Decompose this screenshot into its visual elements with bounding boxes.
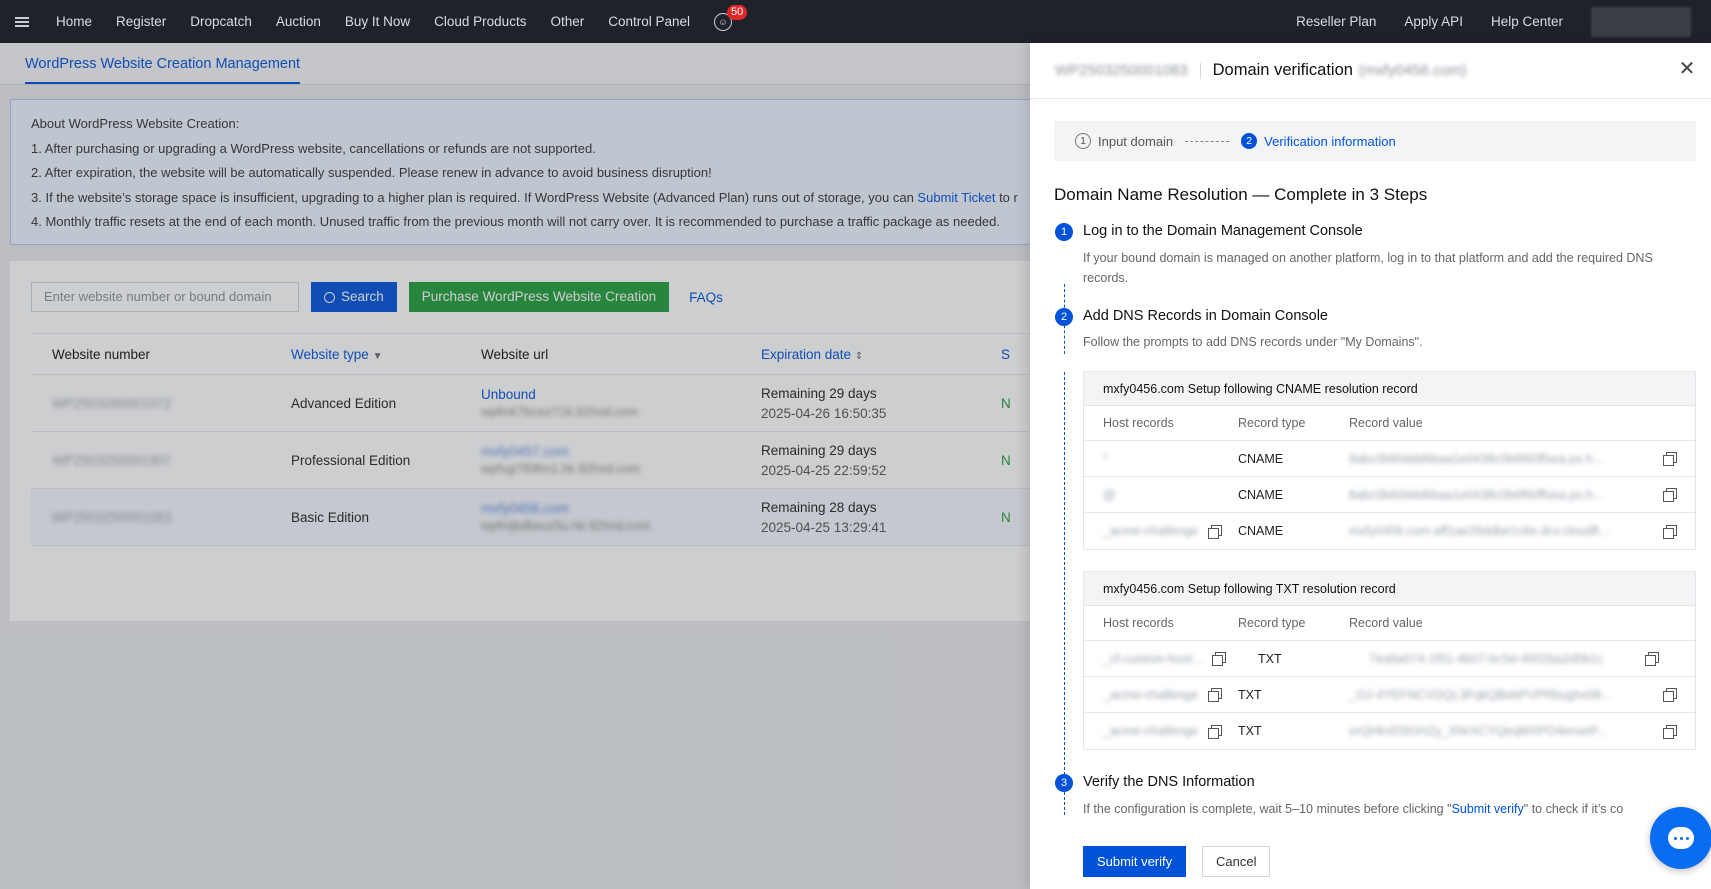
search-input[interactable]: Enter website number or bound domain [31,282,299,312]
step-1-circle: 1 [1055,223,1073,241]
submit-ticket-link[interactable]: Submit Ticket [917,190,995,205]
step-1-indicator: 1 [1075,133,1091,149]
table-row[interactable]: WP2503250001907 Professional Edition mxf… [31,432,1110,489]
faqs-link[interactable]: FAQs [689,290,723,305]
table-header: Website number Website type ▼ Website ur… [31,334,1110,375]
user-avatar[interactable] [1591,6,1691,37]
step-2-desc: Follow the prompts to add DNS records un… [1083,335,1423,349]
website-type-filter[interactable]: Website type ▼ [291,347,481,362]
message-icon[interactable]: ☺ 50 [714,4,748,31]
nav-dropcatch[interactable]: Dropcatch [178,0,264,43]
copy-icon[interactable] [1208,524,1223,539]
submit-verify-button[interactable]: Submit verify [1083,846,1187,877]
caret-down-icon: ▼ [372,350,383,362]
nav-register[interactable]: Register [104,0,178,43]
step-2-label: Verification information [1264,133,1396,149]
drawer-title: Domain verification [1212,61,1353,79]
close-icon[interactable]: ✕ [1677,59,1697,79]
step-3-desc: If the configuration is complete, wait 5… [1083,802,1624,816]
dns-row: _cf-custom-host... TXT 7ea6a074-1f51-4b0… [1084,641,1695,677]
nav-apply-api[interactable]: Apply API [1390,0,1477,43]
txt-card-title: mxfy0456.com Setup following TXT resolut… [1084,572,1695,606]
drawer-domain: (mxfy0456.com) [1358,62,1467,79]
submit-verify-link[interactable]: Submit verify [1452,802,1524,816]
info-notice: About WordPress Website Creation: 1. Aft… [10,99,1110,245]
url-link[interactable]: mxfy0456.com [481,501,761,516]
copy-icon[interactable] [1662,724,1677,739]
dns-row: _acme-challenge CNAME mxfy0456.com.aff1a… [1084,513,1695,549]
sort-icon: ⇕ [854,350,864,362]
resolution-heading: Domain Name Resolution — Complete in 3 S… [1054,185,1428,204]
copy-icon[interactable] [1662,688,1677,702]
cname-card-title: mxfy0456.com Setup following CNAME resol… [1084,372,1695,406]
dns-table-header: Host records Record type Record value [1084,406,1695,441]
nav-cloud-products[interactable]: Cloud Products [422,0,538,43]
info-line: 2. After expiration, the website will be… [31,165,712,180]
dns-table-header: Host records Record type Record value [1084,606,1695,641]
progress-steps: 1 Input domain 2 Verification informatio… [1054,121,1696,161]
step-3-circle: 3 [1055,774,1073,792]
nav-control-panel[interactable]: Control Panel [596,0,702,43]
nav-other[interactable]: Other [538,0,596,43]
info-line: 3. If the website’s storage space is ins… [31,189,1018,205]
step-2-circle: 2 [1055,308,1073,326]
copy-icon[interactable] [1208,688,1223,702]
search-icon [324,291,335,303]
drawer-header: WP2503250001083 Domain verification (mxf… [1030,43,1711,99]
dns-row: _acme-challenge TXT orQHkvDSGHZy_XNrXCYQ… [1084,713,1695,749]
step-1-label[interactable]: Input domain [1098,134,1173,149]
search-button[interactable]: Search [311,282,397,312]
dns-row: * CNAME 8abc0b60ddd6baa1e0438c0b6f60ffse… [1084,441,1695,477]
step-1-title: Log in to the Domain Management Console [1083,223,1363,239]
website-id: WP2503250001083 [1055,62,1188,79]
cancel-button[interactable]: Cancel [1202,846,1271,877]
url-link[interactable]: Unbound [481,387,761,402]
copy-icon[interactable] [1662,524,1677,539]
step-line [1064,372,1065,815]
nav-buy-it-now[interactable]: Buy It Now [333,0,422,43]
nav-home[interactable]: Home [44,0,104,43]
step-3-title: Verify the DNS Information [1083,774,1255,790]
info-line: 1. After purchasing or upgrading a WordP… [31,140,596,156]
url-link[interactable]: mxfy0457.com [481,444,761,459]
chat-support-icon[interactable] [1650,807,1711,869]
nav-reseller-plan[interactable]: Reseller Plan [1282,0,1390,43]
copy-icon[interactable] [1212,652,1227,666]
cname-record-card: mxfy0456.com Setup following CNAME resol… [1083,371,1696,550]
table-row[interactable]: WP2503250001083 Basic Edition mxfy0456.c… [31,489,1110,546]
step-2-title: Add DNS Records in Domain Console [1083,308,1328,324]
header-divider [1199,62,1201,79]
message-count-badge: 50 [727,4,748,20]
copy-icon[interactable] [1662,488,1677,502]
info-line: 4. Monthly traffic resets at the end of … [31,214,1001,229]
nav-auction[interactable]: Auction [264,0,333,43]
txt-record-card: mxfy0456.com Setup following TXT resolut… [1083,571,1696,750]
copy-icon[interactable] [1208,724,1223,739]
step-1-desc: If your bound domain is managed on anoth… [1083,251,1653,285]
top-navbar: Home Register Dropcatch Auction Buy It N… [0,0,1711,43]
dns-row: _acme-challenge TXT _OJ-4YEFNCVDQL3FqkQB… [1084,677,1695,713]
purchase-button[interactable]: Purchase WordPress Website Creation [408,282,670,312]
info-title: About WordPress Website Creation: [31,116,240,131]
step-connector [1185,140,1230,142]
expiration-date-sort[interactable]: Expiration date ⇕ [761,347,1001,362]
dns-row: @ CNAME 8abc0b60ddd6baa1e0438c0b6f60ffse… [1084,477,1695,513]
domain-verification-drawer: WP2503250001083 Domain verification (mxf… [1030,43,1711,889]
table-row[interactable]: WP2503260001072 Advanced Edition Unbound… [31,375,1110,432]
step-2-indicator: 2 [1241,133,1258,149]
hamburger-menu-icon[interactable] [0,0,44,43]
website-list-panel: Enter website number or bound domain Sea… [10,261,1110,621]
copy-icon[interactable] [1662,452,1677,466]
tab-wordpress-management[interactable]: WordPress Website Creation Management [25,56,301,84]
copy-icon[interactable] [1644,652,1659,666]
website-table: Website number Website type ▼ Website ur… [31,333,1110,546]
nav-help-center[interactable]: Help Center [1477,0,1577,43]
